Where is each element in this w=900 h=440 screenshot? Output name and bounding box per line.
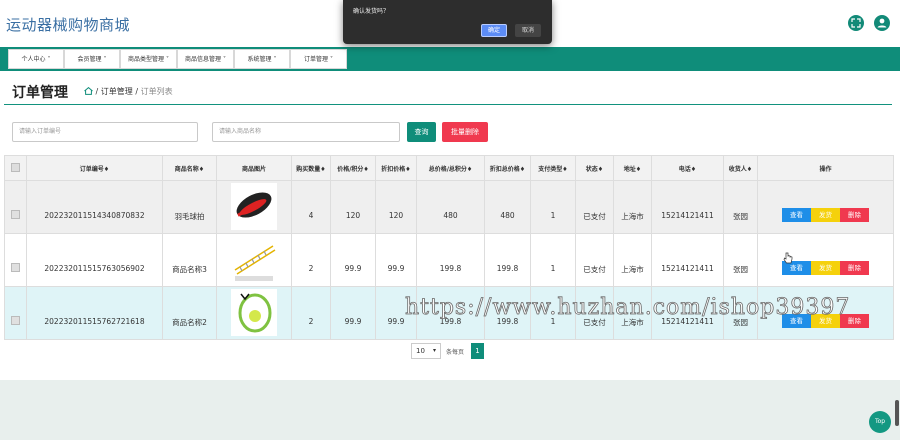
title-divider: [4, 104, 892, 105]
nav-member-management[interactable]: 会员管理 ˅: [64, 49, 120, 69]
col-discount-price[interactable]: 折扣价格♦: [375, 155, 417, 181]
table-row: 202232011515763056902 商品名称3 2 99.9 99.9 …: [4, 233, 894, 287]
row-checkbox[interactable]: [4, 233, 27, 287]
product-name-input[interactable]: 请输入商品名称: [212, 122, 400, 142]
col-receiver[interactable]: 收货人♦: [723, 155, 758, 181]
order-number-input[interactable]: 请输入订单编号: [12, 122, 198, 142]
watermark: https://www.huzhan.com/ishop39397: [405, 295, 851, 321]
breadcrumb-sep: /: [95, 87, 99, 96]
col-actions: 操作: [757, 155, 894, 181]
mouse-cursor-icon: [783, 249, 793, 268]
select-all-checkbox[interactable]: [4, 155, 27, 181]
dialog-ok-button[interactable]: 确定: [481, 24, 507, 37]
total-price: 480: [416, 180, 485, 234]
phone: 15214121411: [651, 233, 724, 287]
delete-button[interactable]: 删除: [840, 261, 869, 275]
col-discount-total[interactable]: 折扣总价格♦: [484, 155, 531, 181]
col-order-no[interactable]: 订单编号♦: [26, 155, 163, 181]
dialog-cancel-button[interactable]: 取消: [515, 24, 541, 37]
phone: 15214121411: [651, 180, 724, 234]
row-checkbox[interactable]: [4, 180, 27, 234]
delete-button[interactable]: 删除: [840, 208, 869, 222]
breadcrumb-sep: /: [135, 87, 139, 96]
expand-icon[interactable]: [848, 15, 864, 31]
receiver: 张园: [723, 233, 758, 287]
col-product-name[interactable]: 商品名称♦: [162, 155, 217, 181]
discount-total: 480: [484, 180, 531, 234]
receiver: 张园: [723, 180, 758, 234]
col-pay-type[interactable]: 支付类型♦: [530, 155, 576, 181]
col-total-price[interactable]: 总价格/总积分♦: [416, 155, 485, 181]
product-image-tennis-racket: [231, 289, 277, 336]
user-icon[interactable]: [874, 15, 890, 31]
table-row: 202232011514340870832 羽毛球拍 4 120 120 480…: [4, 180, 894, 234]
view-button[interactable]: 查看: [782, 208, 811, 222]
quantity: 4: [291, 180, 331, 234]
scrollbar-thumb[interactable]: [895, 400, 899, 426]
breadcrumb-order-list: 订单列表: [140, 87, 173, 96]
price: 120: [330, 180, 376, 234]
ship-button[interactable]: 发货: [811, 208, 840, 222]
quantity: 2: [291, 233, 331, 287]
main-nav: 个人中心 ˅ 会员管理 ˅ 商品类型管理 ˅ 商品信息管理 ˅ 系统管理 ˅ 订…: [0, 47, 900, 71]
page-size-select[interactable]: 10 ▾: [411, 343, 441, 359]
breadcrumb: / 订单管理 / 订单列表: [84, 86, 173, 97]
dialog-message: 确认发货吗？: [353, 8, 390, 15]
status: 已支付: [575, 233, 614, 287]
product-name: 羽毛球拍: [162, 180, 217, 234]
nav-personal-center[interactable]: 个人中心 ˅: [8, 49, 64, 69]
home-icon[interactable]: [84, 86, 93, 95]
address: 上海市: [613, 180, 652, 234]
batch-delete-button[interactable]: 批量删除: [442, 122, 488, 142]
price: 99.9: [330, 286, 376, 340]
pay-type: 1: [530, 180, 576, 234]
order-no: 202232011514340870832: [26, 180, 163, 234]
discount-total: 199.8: [484, 233, 531, 287]
col-address[interactable]: 地址♦: [613, 155, 652, 181]
ship-button[interactable]: 发货: [811, 261, 840, 275]
back-to-top-button[interactable]: Top: [869, 411, 891, 433]
page-number[interactable]: 1: [471, 343, 484, 359]
product-image-badminton-racket: [231, 183, 277, 230]
status: 已支付: [575, 180, 614, 234]
query-button[interactable]: 查询: [407, 122, 436, 142]
per-page-label: 条每页: [446, 349, 465, 356]
order-no: 202232011515762721618: [26, 286, 163, 340]
quantity: 2: [291, 286, 331, 340]
nav-order-management[interactable]: 订单管理 ˅: [290, 49, 347, 69]
product-name: 商品名称2: [162, 286, 217, 340]
price: 99.9: [330, 233, 376, 287]
discount-price: 120: [375, 180, 417, 234]
page-title: 订单管理: [12, 85, 68, 101]
nav-system-management[interactable]: 系统管理 ˅: [234, 49, 290, 69]
app-title: 运动器械购物商城: [6, 16, 131, 34]
nav-product-info-management[interactable]: 商品信息管理 ˅: [177, 49, 234, 69]
order-no: 202232011515763056902: [26, 233, 163, 287]
product-name: 商品名称3: [162, 233, 217, 287]
col-phone[interactable]: 电话♦: [651, 155, 724, 181]
nav-product-type-management[interactable]: 商品类型管理 ˅: [120, 49, 177, 69]
col-product-image: 商品图片: [216, 155, 292, 181]
product-image-agility-ladder: [231, 236, 277, 283]
address: 上海市: [613, 233, 652, 287]
total-price: 199.8: [416, 233, 485, 287]
col-status[interactable]: 状态♦: [575, 155, 614, 181]
breadcrumb-order-management[interactable]: 订单管理: [101, 87, 133, 96]
confirm-dialog: 确认发货吗？ 确定 取消: [343, 0, 552, 44]
row-checkbox[interactable]: [4, 286, 27, 340]
table-header-row: 订单编号♦ 商品名称♦ 商品图片 购买数量♦ 价格/积分♦ 折扣价格♦ 总价格/…: [4, 155, 894, 181]
pay-type: 1: [530, 233, 576, 287]
col-quantity[interactable]: 购买数量♦: [291, 155, 331, 181]
col-price[interactable]: 价格/积分♦: [330, 155, 376, 181]
discount-price: 99.9: [375, 233, 417, 287]
